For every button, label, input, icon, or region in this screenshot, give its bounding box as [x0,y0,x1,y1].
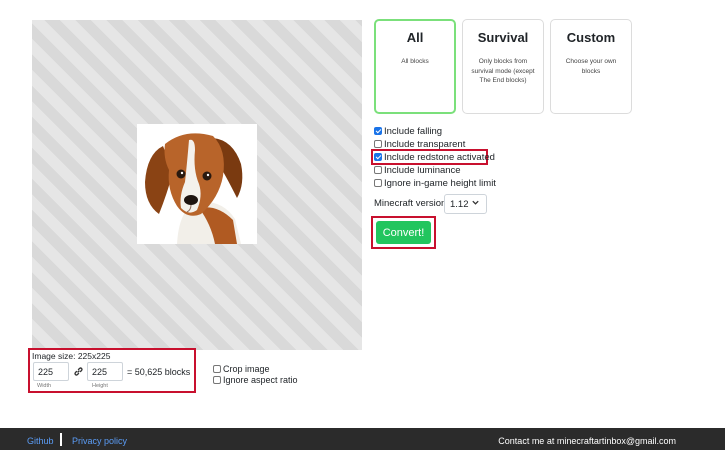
option-ignore-aspect-ratio[interactable]: Ignore aspect ratio [213,374,298,385]
mode-card-desc: Only blocks from survival mode (except T… [471,58,535,84]
option-label: Include transparent [384,138,466,150]
image-preview-area [32,20,362,350]
option-crop-image[interactable]: Crop image [213,363,270,374]
checkbox-include-falling[interactable] [374,127,382,135]
mode-card-title: All [406,30,424,45]
option-label: Crop image [223,363,270,374]
height-label: Height [92,383,108,389]
checkbox-ignore-height-limit[interactable] [374,179,382,187]
footer-divider [60,433,62,446]
option-label: Ignore in-game height limit [384,177,496,189]
option-include-redstone[interactable]: Include redstone activated [374,151,495,163]
mode-card-survival[interactable]: Survival Only blocks from survival mode … [462,19,544,114]
mode-card-title: Survival [477,30,529,45]
mode-card-desc: Choose your own blocks [565,58,617,75]
version-select[interactable]: 1.12 [444,194,487,214]
width-label: Width [37,383,52,389]
uploaded-dog-image [137,124,257,244]
footer-github-link[interactable]: Github [27,436,54,446]
option-label: Include luminance [384,164,461,176]
mode-card-desc: All blocks [401,58,429,65]
option-include-falling[interactable]: Include falling [374,125,442,137]
chevron-down-icon [472,200,479,205]
option-ignore-height-limit[interactable]: Ignore in-game height limit [374,177,496,189]
block-count: = 50,625 blocks [127,367,191,377]
option-label: Include falling [384,125,443,137]
option-label: Include redstone activated [384,151,495,163]
checkbox-ignore-aspect-ratio[interactable] [213,375,221,384]
dog-illustration [137,124,257,244]
option-label: Ignore aspect ratio [223,374,298,385]
height-input[interactable]: 225 [87,362,123,381]
link-icon[interactable] [73,366,84,377]
mode-card-title: Custom [566,30,616,45]
footer-contact-text: Contact me at minecraftartinbox@gmail.co… [498,436,676,446]
footer: Github Privacy policy Contact me at mine… [0,428,725,450]
image-size-label: Image size: 225x225 [32,351,111,361]
convert-button[interactable]: Convert! [376,221,431,244]
option-include-luminance[interactable]: Include luminance [374,164,461,176]
mode-card-all[interactable]: All All blocks [374,19,456,114]
width-input[interactable]: 225 [33,362,69,381]
mode-card-custom[interactable]: Custom Choose your own blocks [550,19,632,114]
checkbox-include-redstone[interactable] [374,153,382,161]
footer-privacy-link[interactable]: Privacy policy [72,436,127,446]
checkbox-include-transparent[interactable] [374,140,382,148]
checkbox-include-luminance[interactable] [374,166,382,174]
checkbox-crop-image[interactable] [213,364,221,373]
version-label: Minecraft version: [374,198,449,209]
version-value: 1.12 [450,198,469,210]
